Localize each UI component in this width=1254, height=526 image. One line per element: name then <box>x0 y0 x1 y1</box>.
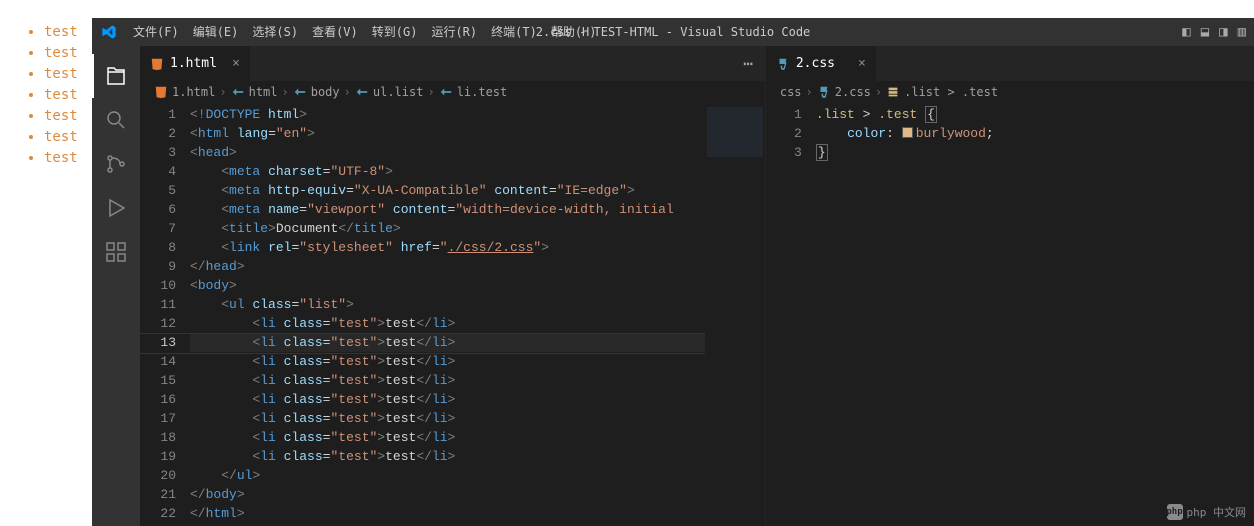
breadcrumb-segment[interactable]: body <box>311 85 340 99</box>
panel-bottom-icon[interactable]: ⬓ <box>1201 24 1209 40</box>
code-line[interactable]: <title>Document</title> <box>190 219 765 238</box>
panel-right-icon[interactable]: ◨ <box>1219 24 1227 40</box>
watermark-logo-icon: php <box>1167 504 1183 520</box>
breadcrumb-segment[interactable]: .list > .test <box>904 85 998 99</box>
panel-left-icon[interactable]: ◧ <box>1182 24 1190 40</box>
code-line[interactable]: </head> <box>190 257 765 276</box>
breadcrumb-segment[interactable]: 1.html <box>172 85 215 99</box>
breadcrumb-segment[interactable]: ul.list <box>373 85 424 99</box>
code-line[interactable]: <li class="test">test</li> <box>190 447 765 466</box>
list-item: test <box>44 24 92 40</box>
search-icon[interactable] <box>92 98 140 142</box>
code-line[interactable]: <meta charset="UTF-8"> <box>190 162 765 181</box>
tabs-row-left: 1.html × ⋯ <box>140 46 765 81</box>
close-icon[interactable]: × <box>232 56 240 71</box>
menu-item[interactable]: 选择(S) <box>245 18 305 46</box>
menu-bar: 文件(F)编辑(E)选择(S)查看(V)转到(G)运行(R)终端(T)帮助(H) <box>126 18 604 46</box>
code-area-left[interactable]: 12345678910111213141516171819202122 <!DO… <box>140 103 765 526</box>
window-title: 2.css - TEST-HTML - Visual Studio Code <box>536 25 811 39</box>
list-item: test <box>44 150 92 166</box>
close-icon[interactable]: × <box>858 56 866 71</box>
code-line[interactable]: <meta name="viewport" content="width=dev… <box>190 200 765 219</box>
code-line[interactable]: </ul> <box>190 466 765 485</box>
menu-item[interactable]: 查看(V) <box>305 18 365 46</box>
code-line[interactable]: </html> <box>190 504 765 523</box>
menu-item[interactable]: 转到(G) <box>365 18 425 46</box>
title-bar: 文件(F)编辑(E)选择(S)查看(V)转到(G)运行(R)终端(T)帮助(H)… <box>92 18 1254 46</box>
watermark: php php 中文网 <box>1167 504 1247 520</box>
code-line[interactable]: </body> <box>190 485 765 504</box>
code-lines[interactable]: <!DOCTYPE html><html lang="en"><head> <m… <box>190 103 765 526</box>
extensions-icon[interactable] <box>92 230 140 274</box>
breadcrumb-left[interactable]: 1.html›html›body›ul.list›li.test <box>140 81 765 103</box>
breadcrumb-segment[interactable]: 2.css <box>835 85 871 99</box>
code-line[interactable]: <li class="test">test</li> <box>190 390 765 409</box>
code-line[interactable]: <body> <box>190 276 765 295</box>
breadcrumb-segment[interactable]: html <box>249 85 278 99</box>
code-line[interactable]: <li class="test">test</li> <box>190 428 765 447</box>
editor-group-left: 1.html × ⋯ 1.html›html›body›ul.list›li.t… <box>140 46 766 526</box>
browser-preview: test test test test test test test <box>0 0 92 526</box>
code-line[interactable]: <li class="test">test</li> <box>190 371 765 390</box>
explorer-icon[interactable] <box>92 54 140 98</box>
run-debug-icon[interactable] <box>92 186 140 230</box>
gutter: 123 <box>766 103 816 526</box>
html-icon <box>150 57 164 71</box>
code-line[interactable]: color: burlywood; <box>816 124 1254 143</box>
code-line[interactable]: .list > .test { <box>816 105 1254 124</box>
breadcrumb-icon <box>355 85 369 99</box>
code-line[interactable]: <head> <box>190 143 765 162</box>
css-icon <box>776 57 790 71</box>
code-area-right[interactable]: 123 .list > .test { color: burlywood;} <box>766 103 1254 526</box>
code-line[interactable]: <!DOCTYPE html> <box>190 105 765 124</box>
more-actions-icon[interactable]: ⋯ <box>743 54 753 73</box>
breadcrumb-icon <box>886 85 900 99</box>
breadcrumb-icon <box>293 85 307 99</box>
menu-item[interactable]: 运行(R) <box>424 18 484 46</box>
tab-label: 2.css <box>796 56 835 71</box>
layout-menu-icon[interactable]: ▥ <box>1238 24 1246 40</box>
code-line[interactable]: <meta http-equiv="X-UA-Compatible" conte… <box>190 181 765 200</box>
editor-groups: 1.html × ⋯ 1.html›html›body›ul.list›li.t… <box>140 46 1254 526</box>
breadcrumb-icon <box>439 85 453 99</box>
preview-list: test test test test test test test <box>32 24 92 166</box>
menu-item[interactable]: 文件(F) <box>126 18 186 46</box>
code-line[interactable]: <li class="test">test</li> <box>190 409 765 428</box>
breadcrumb-segment[interactable]: li.test <box>457 85 508 99</box>
vscode-logo-icon <box>92 24 126 40</box>
breadcrumb-segment[interactable]: css <box>780 85 802 99</box>
code-line[interactable]: <li class="test">test</li> <box>190 352 765 371</box>
source-control-icon[interactable] <box>92 142 140 186</box>
list-item: test <box>44 45 92 61</box>
layout-controls: ◧ ⬓ ◨ ▥ <box>1182 24 1246 40</box>
code-line[interactable]: <ul class="list"> <box>190 295 765 314</box>
code-line[interactable]: <link rel="stylesheet" href="./css/2.css… <box>190 238 765 257</box>
minimap[interactable] <box>705 103 765 526</box>
list-item: test <box>44 108 92 124</box>
code-lines[interactable]: .list > .test { color: burlywood;} <box>816 103 1254 526</box>
tabs-row-right: 2.css × <box>766 46 1254 81</box>
tab-2css[interactable]: 2.css × <box>766 46 876 81</box>
code-line[interactable]: <li class="test">test</li> <box>190 333 765 352</box>
gutter: 12345678910111213141516171819202122 <box>140 103 190 526</box>
vscode-window: 文件(F)编辑(E)选择(S)查看(V)转到(G)运行(R)终端(T)帮助(H)… <box>92 18 1254 526</box>
code-line[interactable]: } <box>816 143 1254 162</box>
breadcrumb-icon <box>231 85 245 99</box>
menu-item[interactable]: 编辑(E) <box>186 18 246 46</box>
tab-label: 1.html <box>170 56 217 71</box>
code-line[interactable]: <html lang="en"> <box>190 124 765 143</box>
editor-group-right: 2.css × css›2.css›.list > .test 123 .lis… <box>766 46 1254 526</box>
breadcrumb-icon <box>154 85 168 99</box>
tab-1html[interactable]: 1.html × <box>140 46 250 81</box>
code-line[interactable]: <li class="test">test</li> <box>190 314 765 333</box>
list-item: test <box>44 129 92 145</box>
list-item: test <box>44 87 92 103</box>
breadcrumb-right[interactable]: css›2.css›.list > .test <box>766 81 1254 103</box>
watermark-text: php 中文网 <box>1187 504 1247 520</box>
breadcrumb-icon <box>817 85 831 99</box>
activity-bar <box>92 46 140 526</box>
list-item: test <box>44 66 92 82</box>
